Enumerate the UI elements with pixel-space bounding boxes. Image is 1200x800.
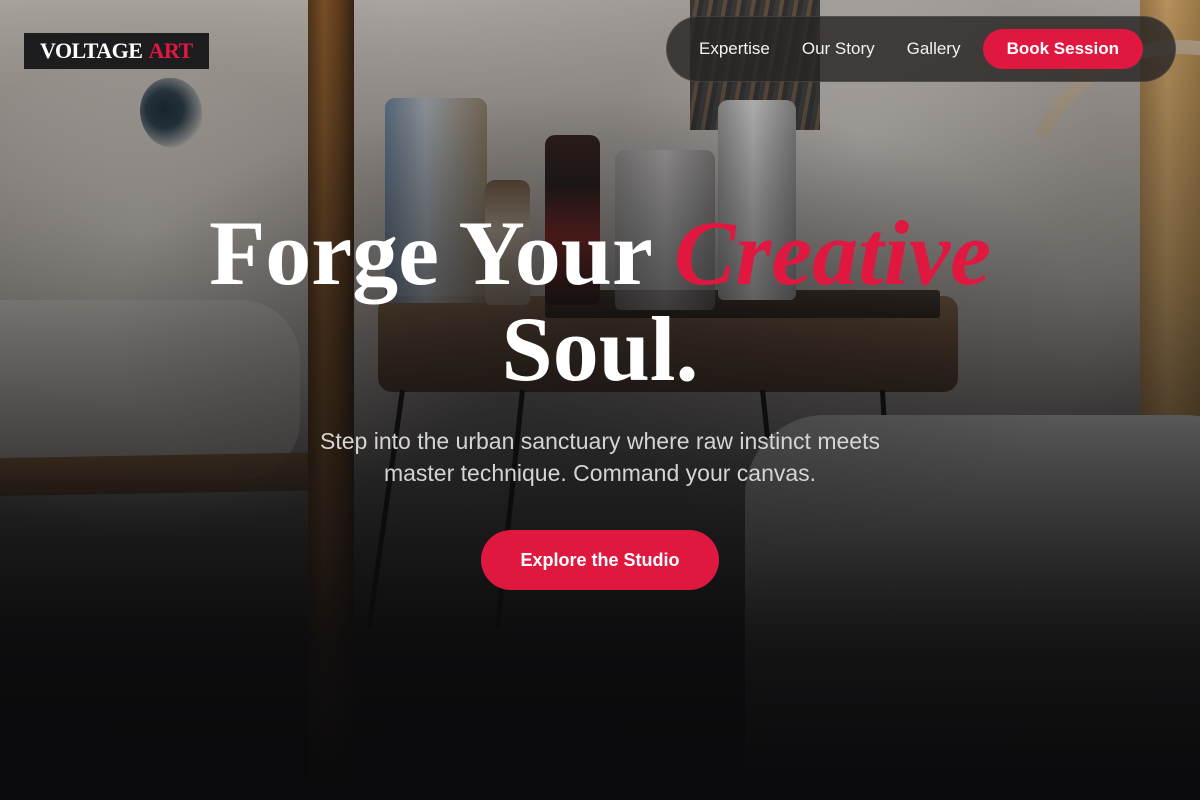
hero-title-accent: Creative (674, 202, 991, 304)
hero-subtitle: Step into the urban sanctuary where raw … (250, 425, 950, 489)
main-nav: Expertise Our Story Gallery Book Session (666, 16, 1176, 82)
hero-title-part2: Soul. (501, 298, 699, 400)
hero-subtitle-line2: master technique. Command your canvas. (383, 460, 817, 486)
explore-studio-button[interactable]: Explore the Studio (481, 530, 719, 590)
brand-word-voltage: VOLTAGE (40, 38, 143, 63)
hero-title: Forge Your Creative Soul. (0, 205, 1200, 397)
hero-title-part1: Forge Your (209, 202, 652, 304)
hero-subtitle-line1: Step into the urban sanctuary where raw … (320, 428, 880, 454)
brand-word-art: ART (148, 38, 193, 63)
nav-link-our-story[interactable]: Our Story (802, 39, 875, 59)
brand-logo[interactable]: VOLTAGE ART (24, 33, 209, 69)
book-session-button[interactable]: Book Session (982, 29, 1143, 69)
nav-link-gallery[interactable]: Gallery (907, 39, 961, 59)
hero-background-image (0, 0, 1200, 800)
nav-link-expertise[interactable]: Expertise (699, 39, 770, 59)
